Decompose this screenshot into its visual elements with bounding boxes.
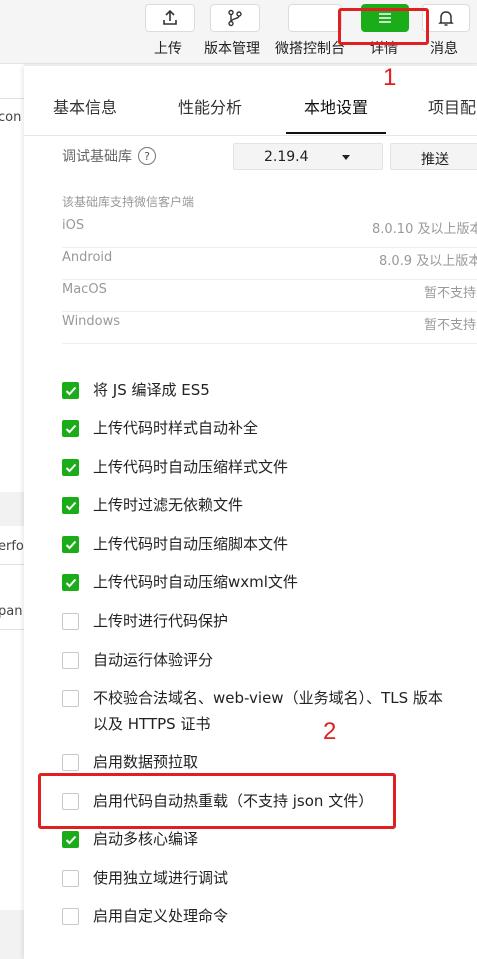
- checkbox[interactable]: [62, 382, 79, 399]
- checkbox[interactable]: [62, 908, 79, 925]
- option-label: 上传代码时自动压缩wxml文件: [93, 573, 298, 591]
- annotation-box-hot-reload: [38, 773, 396, 829]
- checkmark-icon: [65, 578, 76, 587]
- support-row: Windows 暂不支持: [62, 312, 477, 344]
- option-skip-domain-check[interactable]: 不校验合法域名、web-view（业务域名）、TLS 版本以及 HTTPS 证书: [62, 689, 443, 737]
- support-row: MacOS 暂不支持: [62, 280, 477, 312]
- push-button[interactable]: 推送: [390, 143, 477, 170]
- checkmark-icon: [65, 501, 76, 510]
- background-gray-band: [0, 910, 24, 959]
- option-label: 上传时进行代码保护: [93, 612, 229, 630]
- option-code-protect[interactable]: 上传时进行代码保护: [62, 612, 228, 634]
- option-multicore-compile[interactable]: 启动多核心编译: [62, 830, 198, 852]
- option-label: 将 JS 编译成 ES5: [93, 381, 210, 399]
- option-label: 启动多核心编译: [93, 830, 199, 848]
- divider: [0, 629, 24, 630]
- option-custom-commands[interactable]: 启用自定义处理命令: [62, 907, 228, 929]
- divider: [0, 564, 24, 565]
- checkbox[interactable]: [62, 754, 79, 771]
- wechat-console-label: 微搭控制台: [275, 41, 345, 57]
- version-button[interactable]: [210, 4, 260, 32]
- help-glyph: ?: [144, 149, 150, 163]
- checkbox[interactable]: [62, 613, 79, 630]
- checkmark-icon: [65, 835, 76, 844]
- checkbox[interactable]: [62, 574, 79, 591]
- panel-tabs: 基本信息 性能分析 本地设置 项目配: [24, 66, 477, 136]
- support-row: iOS 8.0.10 及以上版本: [62, 216, 477, 248]
- option-label: 上传时过滤无依赖文件: [93, 496, 244, 514]
- option-label: 不校验合法域名、web-view（业务域名）、TLS 版本以及 HTTPS 证书: [93, 689, 443, 733]
- option-compile-es5[interactable]: 将 JS 编译成 ES5: [62, 381, 210, 403]
- tab-project-config[interactable]: 项目配: [428, 94, 476, 118]
- support-os: Android: [62, 250, 113, 265]
- option-filter-unused[interactable]: 上传时过滤无依赖文件: [62, 496, 243, 518]
- option-minify-style[interactable]: 上传代码时自动压缩样式文件: [62, 458, 288, 480]
- annotation-number: 2: [323, 718, 337, 745]
- checkbox[interactable]: [62, 870, 79, 887]
- checkbox[interactable]: [62, 420, 79, 437]
- checkmark-icon: [65, 424, 76, 433]
- support-os: Windows: [62, 314, 121, 329]
- debug-lib-label: 调试基础库: [62, 149, 132, 165]
- support-version: 8.0.10 及以上版本: [372, 222, 477, 237]
- bell-icon: [438, 11, 454, 26]
- lib-version-value: 2.19.4: [264, 149, 309, 165]
- version-label: 版本管理: [204, 41, 260, 57]
- messages-label: 消息: [430, 41, 458, 57]
- option-label: 启用数据预拉取: [93, 753, 199, 771]
- support-version: 暂不支持: [424, 318, 477, 333]
- push-label: 推送: [421, 152, 449, 168]
- support-version: 暂不支持: [424, 286, 477, 301]
- support-version: 8.0.9 及以上版本: [379, 254, 477, 269]
- upload-icon: [163, 9, 177, 25]
- help-icon[interactable]: ?: [138, 147, 156, 165]
- option-style-autoprefix[interactable]: 上传代码时样式自动补全: [62, 419, 258, 441]
- upload-button[interactable]: [145, 4, 195, 32]
- checkmark-icon: [65, 386, 76, 395]
- active-tab-indicator: [286, 132, 386, 134]
- background-gray-band: [0, 492, 24, 526]
- checkbox[interactable]: [62, 652, 79, 669]
- upload-label: 上传: [154, 41, 182, 57]
- support-os: iOS: [62, 218, 85, 233]
- option-label: 使用独立域进行调试: [93, 869, 229, 887]
- option-minify-wxml[interactable]: 上传代码时自动压缩wxml文件: [62, 573, 298, 595]
- option-label: 上传代码时样式自动补全: [93, 419, 259, 437]
- checkmark-icon: [65, 540, 76, 549]
- option-label: 上传代码时自动压缩样式文件: [93, 458, 289, 476]
- background-editor-strip: con erfo pan: [0, 64, 24, 959]
- chevron-down-icon: [342, 155, 350, 160]
- tab-local-settings[interactable]: 本地设置: [304, 94, 368, 118]
- background-snippet: con: [0, 110, 22, 125]
- checkbox[interactable]: [62, 831, 79, 848]
- wechat-console-button[interactable]: [288, 4, 342, 32]
- option-label: 启用自定义处理命令: [93, 907, 229, 925]
- debug-lib-row: 调试基础库 ?: [62, 146, 156, 166]
- option-data-prefetch[interactable]: 启用数据预拉取: [62, 753, 198, 775]
- annotation-number: 1: [383, 64, 397, 91]
- branch-icon: [228, 9, 242, 27]
- lib-version-select[interactable]: 2.19.4: [233, 143, 383, 170]
- support-os: MacOS: [62, 282, 107, 297]
- background-snippet: erfo: [0, 539, 24, 554]
- tab-performance[interactable]: 性能分析: [178, 94, 242, 118]
- support-title: 该基础库支持微信客户端: [62, 195, 195, 209]
- messages-button[interactable]: [422, 4, 470, 32]
- divider: [0, 98, 24, 99]
- checkbox[interactable]: [62, 497, 79, 514]
- background-snippet: pan: [0, 604, 23, 619]
- option-label: 自动运行体验评分: [93, 651, 214, 669]
- tab-basic-info[interactable]: 基本信息: [53, 94, 117, 118]
- annotation-box-details: [338, 8, 429, 45]
- option-auto-audit[interactable]: 自动运行体验评分: [62, 651, 213, 673]
- option-isolated-domain[interactable]: 使用独立域进行调试: [62, 869, 228, 891]
- checkbox[interactable]: [62, 459, 79, 476]
- option-label: 上传代码时自动压缩脚本文件: [93, 535, 289, 553]
- checkbox[interactable]: [62, 690, 79, 707]
- support-row: Android 8.0.9 及以上版本: [62, 248, 477, 280]
- option-minify-script[interactable]: 上传代码时自动压缩脚本文件: [62, 535, 288, 557]
- checkmark-icon: [65, 463, 76, 472]
- checkbox[interactable]: [62, 536, 79, 553]
